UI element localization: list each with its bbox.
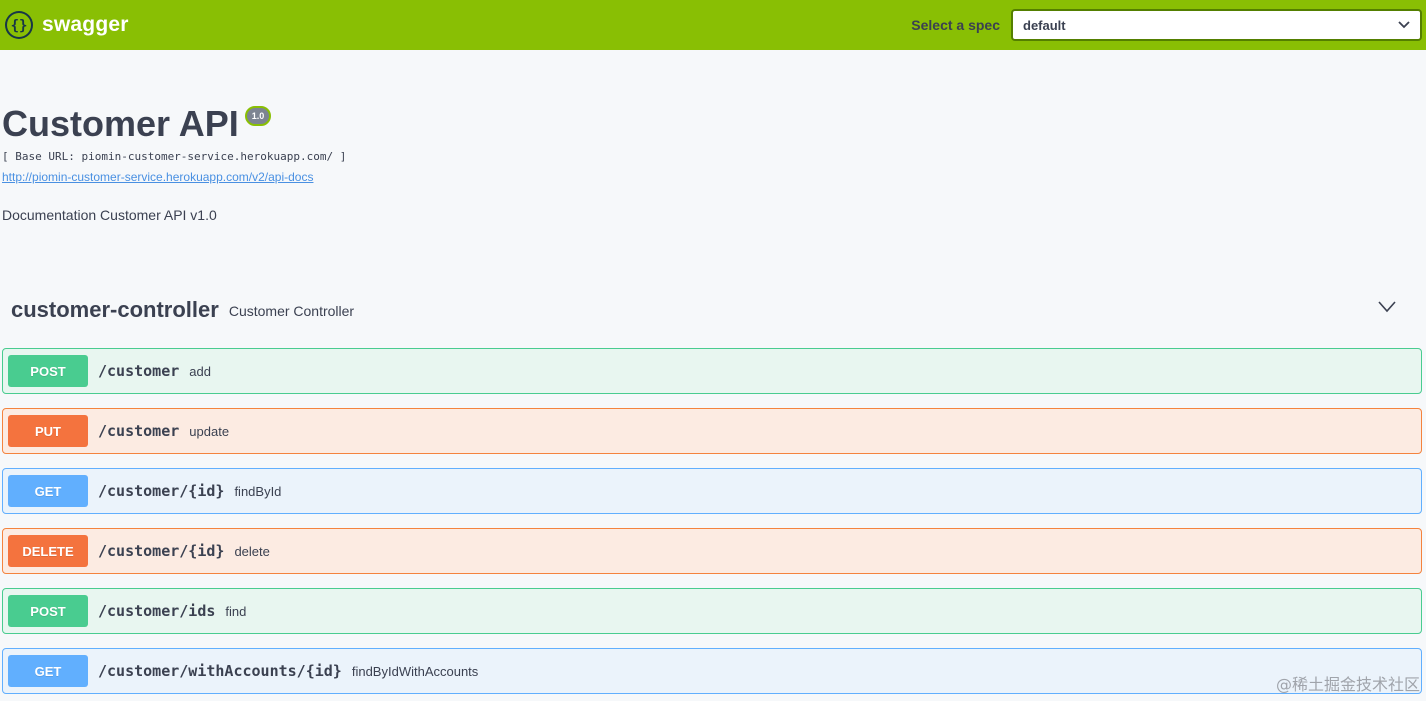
swagger-logo-icon: {}: [5, 11, 33, 39]
operation-path: /customer/ids: [98, 602, 216, 620]
method-badge: GET: [8, 655, 88, 687]
method-badge: DELETE: [8, 535, 88, 567]
operation-post-customer-ids[interactable]: POST /customer/ids find: [2, 588, 1422, 634]
operation-path: /customer: [98, 422, 180, 440]
chevron-down-icon: [1398, 21, 1410, 29]
spec-selected-value: default: [1023, 17, 1066, 33]
topbar: {} swagger Select a spec default: [0, 0, 1426, 50]
tag-description: Customer Controller: [228, 303, 355, 319]
spec-dropdown[interactable]: default: [1011, 9, 1422, 41]
watermark: @稀土掘金技术社区: [1275, 675, 1420, 694]
tag-name: customer-controller: [11, 297, 219, 322]
method-badge: POST: [8, 595, 88, 627]
spec-selector: Select a spec default: [911, 9, 1422, 41]
operation-path: /customer/{id}: [98, 482, 225, 500]
operation-summary: find: [225, 603, 247, 619]
api-description: Documentation Customer API v1.0: [2, 207, 217, 223]
operation-get-customer-withaccounts-id[interactable]: GET /customer/withAccounts/{id} findById…: [2, 648, 1422, 694]
api-title-block: Customer API 1.0: [2, 100, 272, 150]
operation-path: /customer: [98, 362, 180, 380]
operation-summary: update: [189, 423, 230, 439]
operation-path: /customer/{id}: [98, 542, 225, 560]
method-badge: PUT: [8, 415, 88, 447]
operation-summary: findByIdWithAccounts: [351, 663, 479, 679]
base-url: [ Base URL: piomin-customer-service.hero…: [2, 150, 347, 163]
operation-summary: findById: [234, 483, 282, 499]
method-badge: GET: [8, 475, 88, 507]
svg-text:{}: {}: [11, 18, 28, 34]
version-badge: 1.0: [244, 106, 272, 126]
brand-name: swagger: [42, 13, 129, 36]
operation-get-customer-id[interactable]: GET /customer/{id} findById: [2, 468, 1422, 514]
tag-customer-controller[interactable]: customer-controller Customer Controller: [2, 290, 1422, 330]
method-badge: POST: [8, 355, 88, 387]
chevron-down-icon[interactable]: [1378, 301, 1396, 313]
operation-put-customer[interactable]: PUT /customer update: [2, 408, 1422, 454]
brand[interactable]: {} swagger: [4, 0, 129, 50]
api-docs-link[interactable]: http://piomin-customer-service.herokuapp…: [2, 170, 313, 184]
operation-path: /customer/withAccounts/{id}: [98, 662, 342, 680]
operation-post-customer[interactable]: POST /customer add: [2, 348, 1422, 394]
spec-label: Select a spec: [911, 17, 1000, 33]
operation-summary: add: [189, 363, 211, 379]
operation-delete-customer-id[interactable]: DELETE /customer/{id} delete: [2, 528, 1422, 574]
operation-summary: delete: [234, 543, 270, 559]
page-title: Customer API: [2, 103, 239, 144]
